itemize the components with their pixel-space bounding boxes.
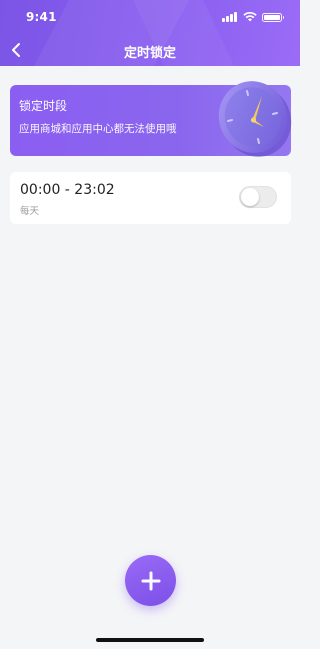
nav-bar: 定时锁定 (0, 36, 300, 66)
battery-icon (262, 12, 284, 22)
banner-title: 锁定时段 (19, 99, 68, 113)
page-title: 定时锁定 (123, 46, 176, 61)
schedule-time-range: 00:00 - 23:02 (20, 182, 115, 198)
signal-icon (222, 12, 238, 22)
schedule-toggle[interactable] (239, 186, 277, 208)
status-bar: 9:41 (0, 0, 300, 36)
add-schedule-button[interactable] (125, 555, 176, 606)
wifi-icon (243, 12, 257, 22)
home-indicator (96, 638, 204, 642)
toggle-knob (241, 188, 259, 206)
schedule-repeat: 每天 (20, 206, 40, 217)
lock-period-banner: 锁定时段 应用商城和应用中心都无法使用哦 (10, 81, 292, 157)
status-icons (222, 11, 284, 23)
status-time: 9:41 (26, 10, 57, 24)
plus-icon (141, 571, 160, 590)
schedule-item[interactable]: 00:00 - 23:02 每天 (10, 172, 291, 224)
banner-description: 应用商城和应用中心都无法使用哦 (19, 123, 177, 135)
clock-illustration (218, 81, 292, 157)
